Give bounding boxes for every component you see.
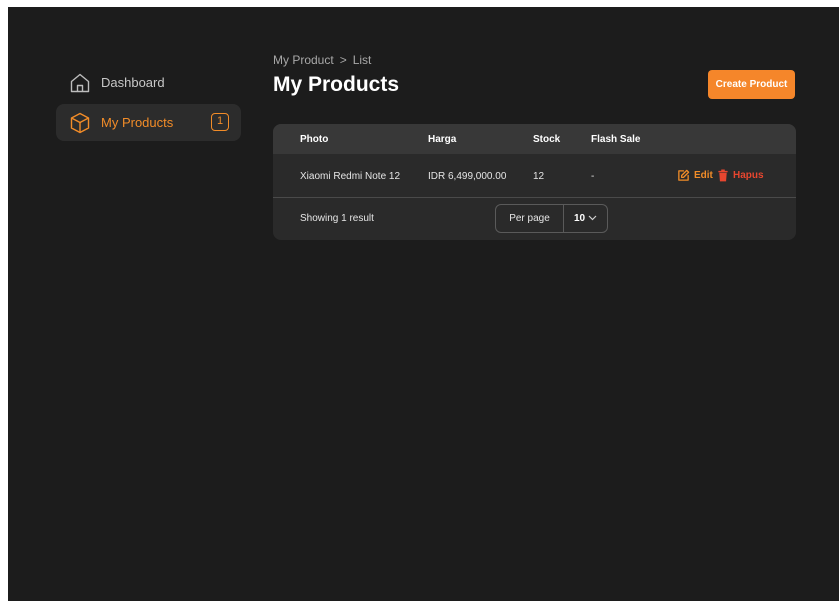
breadcrumb-parent[interactable]: My Product <box>273 53 334 67</box>
breadcrumb-separator: > <box>339 53 347 67</box>
delete-label: Hapus <box>733 170 764 181</box>
edit-button[interactable]: Edit <box>677 169 713 182</box>
per-page-label: Per page <box>496 205 564 232</box>
per-page-select[interactable]: 10 <box>564 205 607 232</box>
table-header: Photo Harga Stock Flash Sale <box>273 124 796 154</box>
column-header-harga: Harga <box>428 134 457 145</box>
product-name: Xiaomi Redmi Note 12 <box>300 171 401 182</box>
create-product-button[interactable]: Create Product <box>708 70 795 99</box>
edit-label: Edit <box>694 170 713 181</box>
sidebar-item-label: Dashboard <box>101 75 165 90</box>
result-count: Showing 1 result <box>300 213 374 224</box>
home-icon <box>68 71 92 95</box>
sidebar-item-dashboard[interactable]: Dashboard <box>56 64 241 101</box>
column-header-photo: Photo <box>300 134 329 145</box>
product-price: IDR 6,499,000.00 <box>428 171 507 182</box>
breadcrumb-current: List <box>352 53 372 67</box>
products-table: Photo Harga Stock Flash Sale Xiaomi Redm… <box>273 124 796 240</box>
per-page-value: 10 <box>573 213 586 224</box>
edit-icon <box>677 169 690 182</box>
breadcrumb: My Product > List <box>273 53 371 67</box>
table-row: Xiaomi Redmi Note 12 IDR 6,499,000.00 12… <box>273 154 796 198</box>
sidebar-item-label: My Products <box>101 115 174 130</box>
box-icon <box>68 111 92 135</box>
chevron-down-icon <box>588 213 597 224</box>
column-header-flash-sale: Flash Sale <box>591 134 641 145</box>
page-title: My Products <box>273 73 400 96</box>
app-window: Dashboard My Products 1 My Product > Lis… <box>8 7 839 601</box>
column-header-stock: Stock <box>533 134 561 145</box>
count-badge: 1 <box>211 113 229 131</box>
delete-button[interactable]: Hapus <box>717 169 764 182</box>
table-footer: Showing 1 result Per page 10 <box>273 198 796 240</box>
sidebar-item-my-products[interactable]: My Products 1 <box>56 104 241 141</box>
trash-icon <box>717 169 729 182</box>
per-page-control: Per page 10 <box>495 204 608 233</box>
product-flash-sale: - <box>591 171 595 182</box>
product-stock: 12 <box>533 171 545 182</box>
